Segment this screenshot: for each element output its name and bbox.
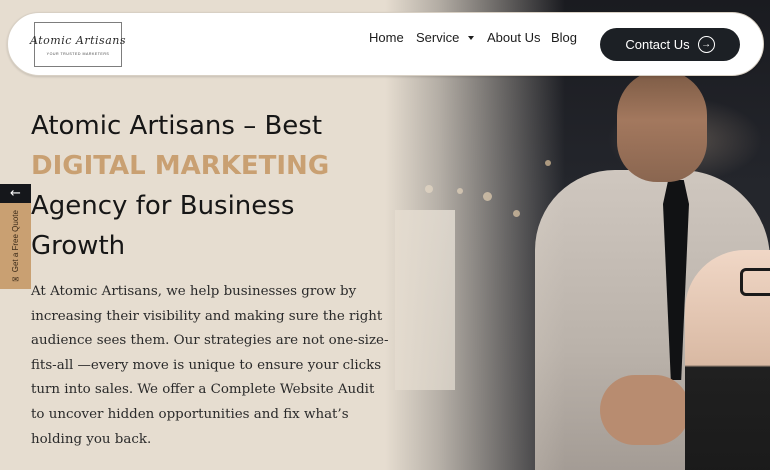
headline-line-4: Growth (31, 231, 126, 261)
arrow-right-circle-icon: → (697, 36, 715, 53)
site-header: Atomic Artisans YOUR TRUSTED MARKETERS H… (7, 12, 764, 76)
nav-home-label: Home (369, 29, 404, 45)
envelope-icon: ✉ (12, 274, 19, 284)
logo-tagline: YOUR TRUSTED MARKETERS (46, 51, 110, 56)
headline-line-1: Atomic Artisans – Best (31, 111, 323, 141)
glasses-shape (740, 268, 770, 296)
free-quote-tab-content: ✉ Get a Free Quote (11, 209, 20, 284)
person-head (617, 70, 707, 182)
contact-us-label: Contact Us (625, 37, 690, 52)
hero-headline: Atomic Artisans – Best DIGITAL MARKETING… (31, 106, 391, 266)
nav-home[interactable]: Home (369, 30, 404, 45)
person-hand (600, 375, 690, 445)
nav-service[interactable]: Service (416, 29, 475, 45)
nav-about-label: About Us (487, 29, 541, 45)
nav-blog[interactable]: Blog (551, 30, 577, 45)
contact-us-button[interactable]: Contact Us → (600, 28, 740, 61)
chevron-down-icon (468, 35, 475, 40)
headline-accent: DIGITAL MARKETING (31, 151, 330, 181)
logo-script: Atomic Artisans (30, 33, 126, 47)
hero-description: At Atomic Artisans, we help businesses g… (31, 284, 389, 447)
free-quote-tab[interactable]: ✉ Get a Free Quote (0, 203, 31, 289)
nav-about-us[interactable]: About Us (487, 30, 540, 45)
free-quote-label: Get a Free Quote (11, 209, 20, 272)
headline-line-3: Agency for Business (31, 191, 295, 221)
brand-logo[interactable]: Atomic Artisans YOUR TRUSTED MARKETERS (30, 22, 126, 67)
nav-service-label: Service (416, 29, 460, 45)
side-tab-toggle[interactable]: ← (0, 184, 31, 203)
arrow-left-icon: ← (10, 186, 21, 201)
nav-blog-label: Blog (551, 29, 578, 45)
